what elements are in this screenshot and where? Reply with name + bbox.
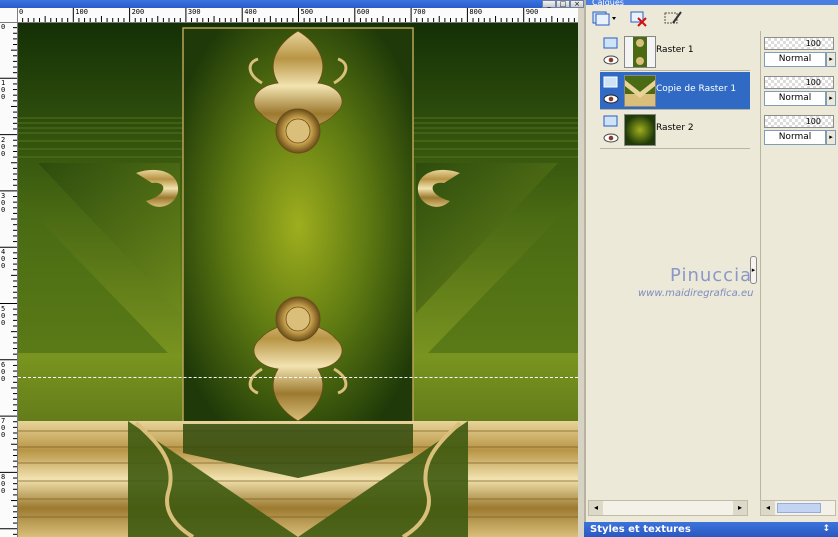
ruler-label: 0 <box>19 8 24 16</box>
layers-panel: Calques Raster 1 Copie de Raster 1 Raste… <box>584 0 838 522</box>
blend-mode-arrow-icon[interactable]: ▸ <box>826 130 836 145</box>
ruler-label: 5 0 0 <box>1 304 6 327</box>
ruler-ticks <box>17 8 575 22</box>
layers-horizontal-scrollbar[interactable]: ◂ ▸ <box>588 500 748 516</box>
layer-row-raster-2[interactable]: Raster 2 <box>600 111 750 149</box>
scroll-left-arrow-icon[interactable]: ◂ <box>589 501 603 515</box>
eye-icon[interactable] <box>603 132 619 144</box>
canvas-image[interactable] <box>18 23 578 537</box>
layer-type-icon <box>603 115 618 127</box>
watermark-url: www.maidiregrafica.eu <box>638 288 754 299</box>
layer-thumbnail <box>624 75 656 107</box>
layers-toolbar <box>586 5 838 31</box>
layer-name: Raster 1 <box>656 45 694 55</box>
canvas-titlebar[interactable]: _ □ × <box>0 0 584 8</box>
ruler-label: 500 <box>300 8 314 16</box>
watermark-name: Pinuccia <box>670 265 753 286</box>
layer-thumbnail <box>624 114 656 146</box>
maximize-button[interactable]: □ <box>556 0 570 8</box>
new-layer-button[interactable] <box>590 8 618 28</box>
ruler-label: 6 0 0 <box>1 360 6 383</box>
new-layer-icon <box>592 11 616 26</box>
ruler-label: 8 0 0 <box>1 473 6 496</box>
selection-marquee <box>18 377 578 378</box>
layer-thumbnail <box>624 36 656 68</box>
layer-properties-raster-2: 100 Normal ▸ <box>764 113 836 147</box>
properties-horizontal-scrollbar[interactable]: ◂ <box>760 500 836 516</box>
layer-type-icon <box>603 37 618 49</box>
mask-layer-button[interactable] <box>662 8 684 28</box>
ruler-label: 1 0 0 <box>1 79 6 102</box>
layer-mask-icon <box>664 11 682 24</box>
opacity-slider[interactable]: 100 <box>764 76 834 89</box>
ruler-label: 800 <box>469 8 483 16</box>
canvas-window: _ □ × 0 100 200 300 400 500 600 700 800 900 0 1 0 … <box>0 0 584 537</box>
layer-row-raster-1[interactable]: Raster 1 <box>600 33 750 71</box>
layer-properties-copie-de-raster-1: 100 Normal ▸ <box>764 74 836 108</box>
ruler-label: 600 <box>356 8 370 16</box>
ruler-label: 2 0 0 <box>1 135 6 158</box>
ruler-label: 3 0 0 <box>1 191 6 214</box>
blend-mode-arrow-icon[interactable]: ▸ <box>826 91 836 106</box>
blend-mode-select[interactable]: Normal <box>764 91 826 106</box>
blend-mode-select[interactable]: Normal <box>764 130 826 145</box>
scroll-left-arrow-icon[interactable]: ◂ <box>761 501 775 515</box>
ruler-label: 100 <box>75 8 88 16</box>
ruler-label: 700 <box>413 8 426 16</box>
blend-mode-select[interactable]: Normal <box>764 52 826 67</box>
scroll-right-arrow-icon[interactable]: ▸ <box>733 501 747 515</box>
minimize-button[interactable]: _ <box>542 0 556 8</box>
ruler-label: 200 <box>131 8 145 16</box>
scroll-thumb[interactable] <box>777 503 821 513</box>
vertical-ruler: 0 1 0 0 2 0 0 3 0 0 4 0 0 5 0 0 6 0 0 7 0 0 8 0 … <box>0 22 18 537</box>
layer-row-copie-de-raster-1[interactable]: Copie de Raster 1 <box>600 72 750 110</box>
ruler-label: 0 <box>1 23 6 31</box>
ruler-label: 400 <box>244 8 257 16</box>
styles-textures-panel-title[interactable]: Styles et textures ↕ <box>584 522 838 537</box>
delete-layer-icon <box>630 11 647 27</box>
delete-layer-button[interactable] <box>628 8 650 28</box>
opacity-slider[interactable]: 100 <box>764 115 834 128</box>
close-button[interactable]: × <box>570 0 584 8</box>
layer-name: Raster 2 <box>656 123 694 133</box>
eye-icon[interactable] <box>603 54 619 66</box>
ruler-corner <box>0 8 17 22</box>
layer-type-icon <box>603 76 618 88</box>
ruler-label: 7 0 0 <box>1 417 6 440</box>
layer-name: Copie de Raster 1 <box>656 84 737 94</box>
horizontal-ruler: 0 100 200 300 400 500 600 700 800 900 <box>17 8 578 23</box>
opacity-slider[interactable]: 100 <box>764 37 834 50</box>
ruler-label: 900 <box>525 8 539 16</box>
blend-mode-arrow-icon[interactable]: ▸ <box>826 52 836 67</box>
ruler-label: 300 <box>187 8 201 16</box>
ruler-label: 4 0 0 <box>1 248 6 271</box>
layer-properties-raster-1: 100 Normal ▸ <box>764 35 836 69</box>
layer-properties-column: 100 Normal ▸ 100 Normal ▸ 100 Normal ▸ <box>760 31 838 514</box>
pin-icon[interactable]: ↕ <box>822 522 830 537</box>
eye-icon[interactable] <box>603 93 619 105</box>
styles-title: Styles et textures <box>590 524 691 535</box>
